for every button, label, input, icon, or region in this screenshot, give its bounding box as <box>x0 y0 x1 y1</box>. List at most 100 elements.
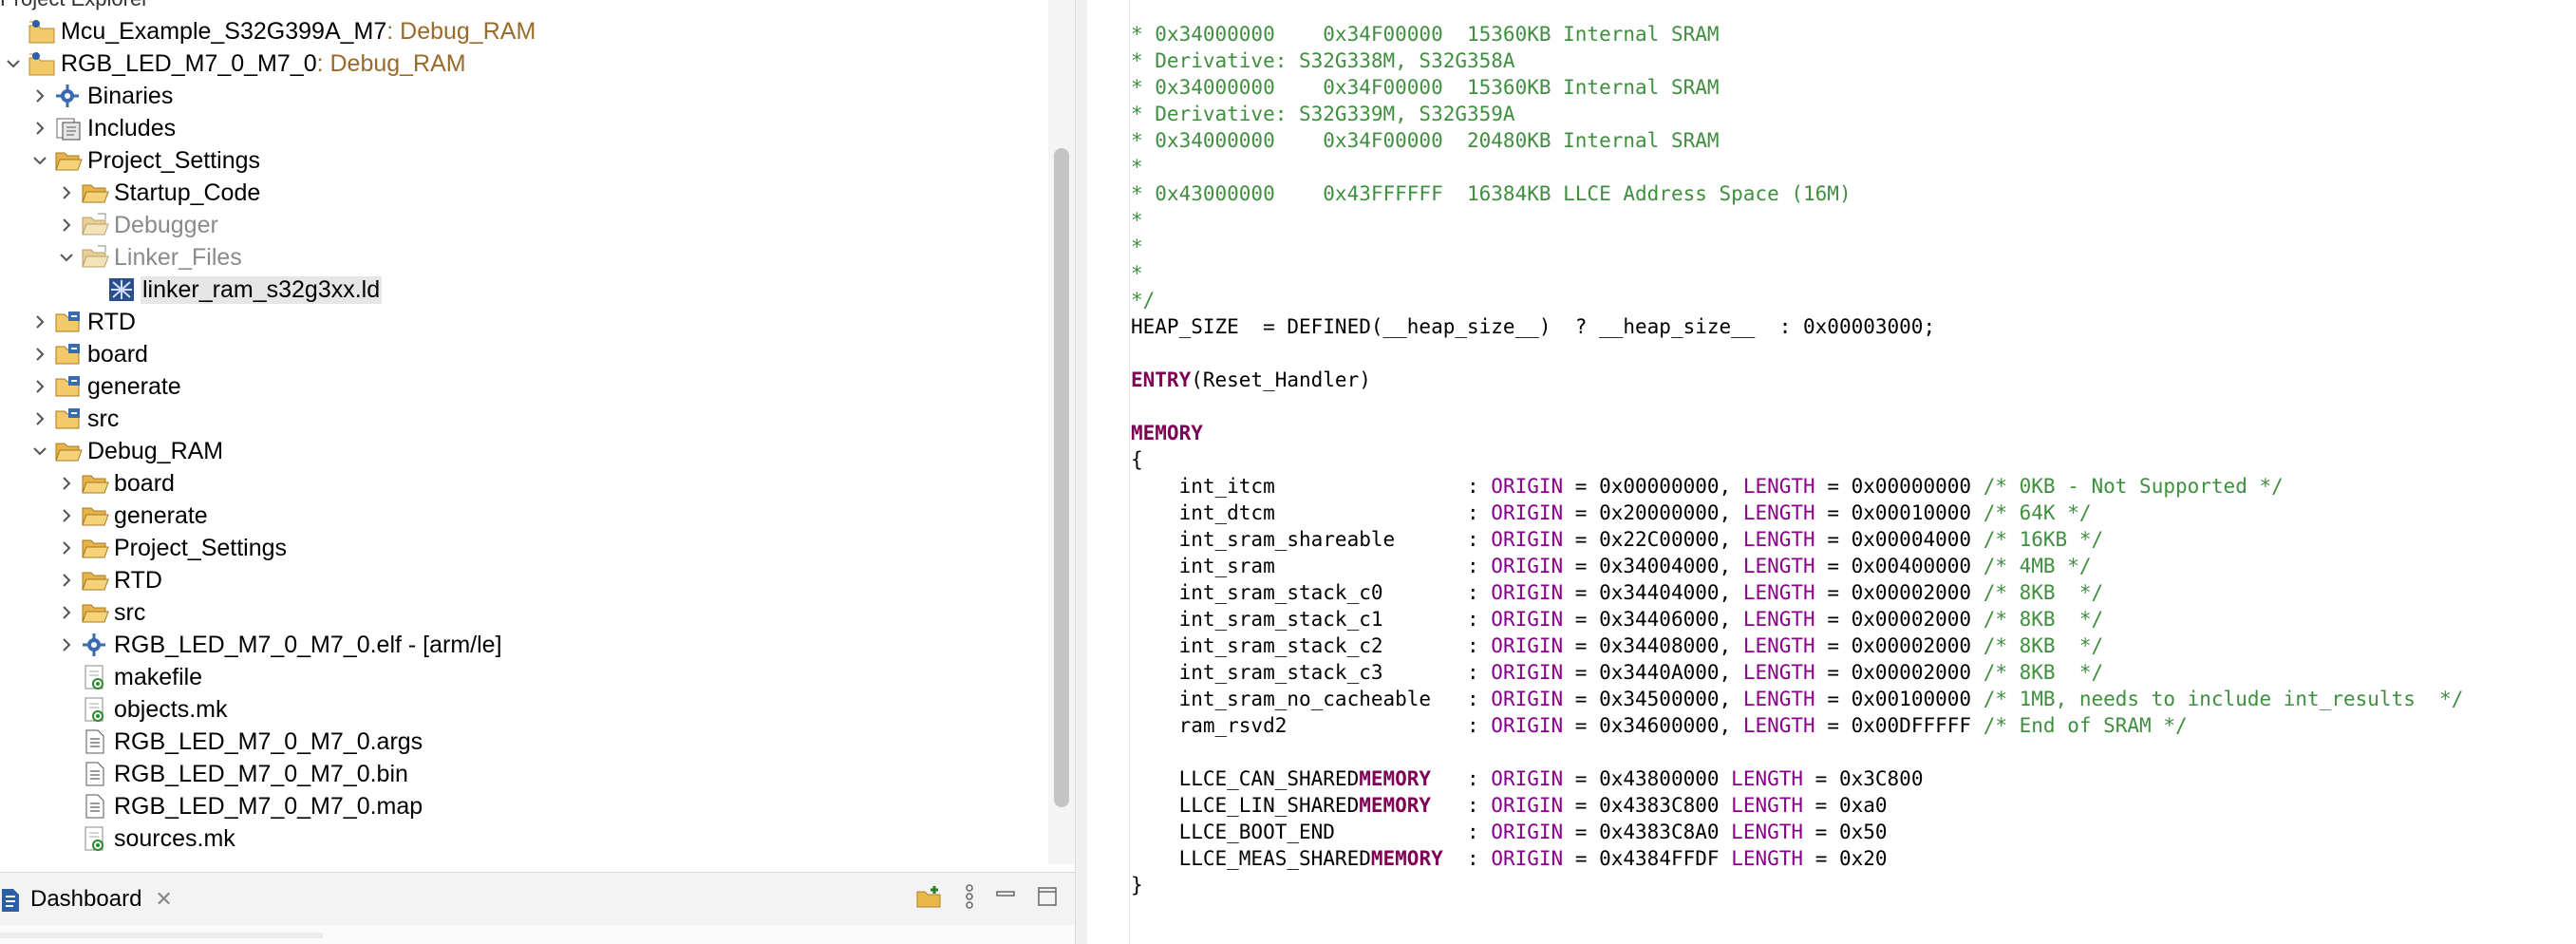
chevron-right-icon[interactable] <box>27 306 53 338</box>
folder-icon <box>80 501 110 530</box>
maximize-icon[interactable] <box>1037 886 1058 913</box>
tree-item[interactable]: Project_Settings <box>27 144 260 177</box>
code-token: LENGTH <box>1742 608 1815 631</box>
code-token: LENGTH <box>1731 821 1804 843</box>
close-icon[interactable]: ✕ <box>155 887 172 912</box>
chevron-right-icon[interactable] <box>27 80 53 112</box>
code-token: ORIGIN <box>1491 501 1564 524</box>
ld-file-icon <box>106 275 137 304</box>
tree-item[interactable]: generate <box>53 500 208 532</box>
tree-item[interactable]: Debug_RAM <box>27 435 223 467</box>
code-token: = 0x00100000 <box>1814 688 1984 710</box>
chevron-right-icon[interactable] <box>27 370 53 403</box>
chevron-right-icon[interactable] <box>53 564 80 596</box>
code-token: : <box>1431 767 1492 790</box>
tree-item[interactable]: board <box>53 467 175 500</box>
tree-item[interactable]: RGB_LED_M7_0_M7_0.map <box>53 790 423 822</box>
tree-item-label: Binaries <box>87 82 174 109</box>
code-token: ORIGIN <box>1491 661 1564 684</box>
code-token: LLCE_LIN_SHARED <box>1131 794 1360 817</box>
tree-item[interactable]: board <box>27 338 148 370</box>
code-token: = 0x00002000 <box>1814 634 1984 657</box>
tree-item[interactable]: sources.mk <box>53 822 235 855</box>
code-area[interactable]: * 0x34000000 0x34F00000 15360KB Internal… <box>1131 21 2565 944</box>
chevron-down-icon[interactable] <box>0 47 27 80</box>
folder-icon <box>80 566 110 595</box>
chevron-down-icon[interactable] <box>27 435 53 467</box>
tree-item[interactable]: Startup_Code <box>53 177 260 209</box>
tree-scrollbar[interactable] <box>1048 0 1075 864</box>
tree-item[interactable]: RGB_LED_M7_0_M7_0: Debug_RAM <box>0 47 466 80</box>
tree-item[interactable]: Binaries <box>27 80 173 112</box>
code-token: LENGTH <box>1742 501 1815 524</box>
new-folder-icon[interactable] <box>915 884 944 915</box>
tree-item[interactable]: Debugger <box>53 209 218 241</box>
tree-item[interactable]: RGB_LED_M7_0_M7_0.elf - [arm/le] <box>53 629 502 661</box>
chevron-right-icon[interactable] <box>53 532 80 564</box>
tree-item-label: src <box>87 405 120 432</box>
code-token: /* 1MB, needs to include int_results */ <box>1983 688 2464 710</box>
code-token: = 0x20000000, <box>1563 501 1743 524</box>
code-line: int_sram_stack_c3 : ORIGIN = 0x3440A000,… <box>1131 659 2104 686</box>
code-token: * <box>1131 156 1143 179</box>
chevron-right-icon[interactable] <box>27 338 53 370</box>
chevron-right-icon[interactable] <box>53 629 80 661</box>
chevron-right-icon[interactable] <box>53 500 80 532</box>
linker-file-editor[interactable]: * 0x34000000 0x34F00000 15360KB Internal… <box>1087 0 2576 944</box>
code-token: ORIGIN <box>1491 634 1564 657</box>
code-token: int_itcm : <box>1131 475 1492 498</box>
code-token: LLCE_BOOT_END : <box>1131 821 1492 843</box>
tree-item[interactable]: linker_ram_s32g3xx.ld <box>80 274 383 306</box>
dashboard-tab[interactable]: Dashboard ✕ <box>0 873 173 926</box>
folder-icon <box>80 534 110 562</box>
code-token: MEMORY <box>1370 847 1443 870</box>
tree-item[interactable]: Project_Settings <box>53 532 287 564</box>
view-splitter[interactable] <box>1075 0 1088 944</box>
code-line: { <box>1131 446 1143 473</box>
chevron-right-icon[interactable] <box>27 112 53 144</box>
src-folder-icon <box>53 308 84 336</box>
tree-item-label: Includes <box>87 114 177 142</box>
code-line: int_sram_stack_c1 : ORIGIN = 0x34406000,… <box>1131 606 2104 632</box>
tree-item[interactable]: RGB_LED_M7_0_M7_0.args <box>53 726 423 758</box>
tree-item[interactable]: RTD <box>27 306 136 338</box>
code-token: ORIGIN <box>1491 475 1564 498</box>
tree-item[interactable]: makefile <box>53 661 202 693</box>
tree-item[interactable]: generate <box>27 370 181 403</box>
tree-item[interactable]: Linker_Files <box>53 241 242 274</box>
chevron-right-icon[interactable] <box>53 467 80 500</box>
tree-item[interactable]: src <box>53 596 145 629</box>
project-explorer-tab[interactable]: Project Explorer <box>0 0 149 11</box>
code-token: = 0x00400000 <box>1814 555 1984 577</box>
tree-item[interactable]: Mcu_Example_S32G399A_M7: Debug_RAM <box>0 15 536 47</box>
chevron-right-icon[interactable] <box>53 177 80 209</box>
dashboard-icon <box>0 885 25 914</box>
minimize-icon[interactable] <box>995 886 1016 913</box>
code-token: int_sram_stack_c1 : <box>1131 608 1492 631</box>
chevron-down-icon[interactable] <box>27 144 53 177</box>
chevron-right-icon[interactable] <box>53 596 80 629</box>
tree-item-label: generate <box>114 501 208 529</box>
dashboard-tab-label: Dashboard <box>30 886 142 912</box>
tree-item[interactable]: objects.mk <box>53 693 227 726</box>
code-token: = 0x00002000 <box>1814 608 1984 631</box>
chevron-right-icon[interactable] <box>27 403 53 435</box>
tree-item[interactable]: RGB_LED_M7_0_M7_0.bin <box>53 758 408 790</box>
folder-icon <box>80 469 110 498</box>
src-folder-icon <box>53 340 84 368</box>
project-icon <box>27 17 57 46</box>
text-file-icon <box>80 792 110 821</box>
code-token: = 0x4383C800 <box>1563 794 1732 817</box>
tree-item[interactable]: src <box>27 403 119 435</box>
tree-item[interactable]: Includes <box>27 112 176 144</box>
tree-scrollbar-thumb[interactable] <box>1054 148 1069 807</box>
code-token: = 0x34404000, <box>1563 581 1743 604</box>
view-menu-icon[interactable] <box>965 883 974 916</box>
code-line: * 0x34000000 0x34F00000 15360KB Internal… <box>1131 21 1720 47</box>
chevron-down-icon[interactable] <box>53 241 80 274</box>
build-config-decoration: : Debug_RAM <box>316 49 466 77</box>
folder-open-icon <box>53 146 84 175</box>
chevron-right-icon[interactable] <box>53 209 80 241</box>
tree-item[interactable]: RTD <box>53 564 162 596</box>
